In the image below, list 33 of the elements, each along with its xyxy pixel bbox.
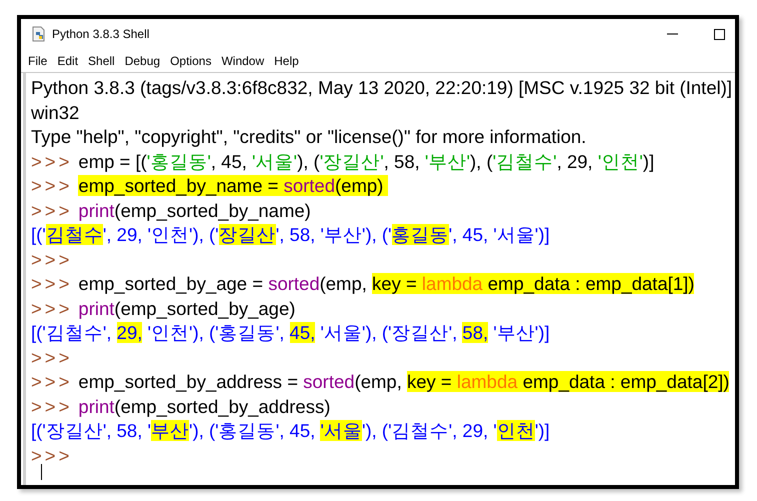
menu-item[interactable]: Window bbox=[221, 52, 264, 70]
python-file-icon bbox=[31, 26, 47, 42]
menu-item[interactable]: Debug bbox=[124, 52, 160, 70]
code-line: emp_sorted_by_address = sorted(emp, key = lambda emp_data : emp_data[2]) bbox=[78, 370, 730, 394]
maximize-icon[interactable] bbox=[714, 28, 725, 40]
minimize-icon[interactable] bbox=[667, 33, 678, 35]
code-line: emp_sorted_by_age = sorted(emp, key = lambda emp_data : emp_data[1]) bbox=[78, 272, 694, 296]
code-line: print(emp_sorted_by_name) bbox=[78, 198, 311, 223]
code-line: emp = [('홍길동', 45, '서울'), ('장길산', 58, '부산'), ('김철수', 29, '인천')] bbox=[78, 150, 654, 174]
text-cursor bbox=[41, 464, 42, 480]
prompt: >>> bbox=[31, 444, 72, 468]
prompt: >>> bbox=[31, 370, 72, 394]
menu-item[interactable]: Options bbox=[170, 52, 212, 70]
window-title: Python 3.8.3 Shell bbox=[52, 26, 150, 43]
menu-item[interactable]: File bbox=[28, 52, 48, 70]
menu-item[interactable]: Shell bbox=[88, 52, 115, 70]
prompt: >>> bbox=[31, 174, 72, 198]
prompt: >>> bbox=[31, 394, 72, 419]
code-line: print(emp_sorted_by_address) bbox=[78, 394, 330, 419]
menu-item[interactable]: Edit bbox=[57, 52, 78, 70]
prompt: >>> bbox=[31, 296, 72, 321]
menu-item[interactable]: Help bbox=[274, 52, 299, 70]
code-line: print(emp_sorted_by_age) bbox=[78, 296, 296, 321]
prompt: >>> bbox=[31, 150, 72, 174]
output-line: [('장길산', 58, '부산'), ('홍길동', 45, '서울'), ('김철수', 29, '인천')] bbox=[31, 419, 550, 444]
output-line: [('김철수', 29, '인천'), ('장길산', 58, '부산'), ('홍길동', 45, '서울')] bbox=[31, 223, 550, 248]
output-line: Python 3.8.3 (tags/v3.8.3:6f8c832, May 13 2020, 22:20:19) [MSC v.1925 32 bit (Intel)] bbox=[31, 76, 732, 100]
prompt: >>> bbox=[31, 198, 72, 223]
output-line: Type "help", "copyright", "credits" or "license()" for more information. bbox=[31, 125, 586, 150]
prompt: >>> bbox=[31, 272, 72, 296]
prompt: >>> bbox=[31, 346, 72, 370]
output-line: win32 bbox=[31, 100, 80, 125]
prompt: >>> bbox=[31, 248, 72, 272]
